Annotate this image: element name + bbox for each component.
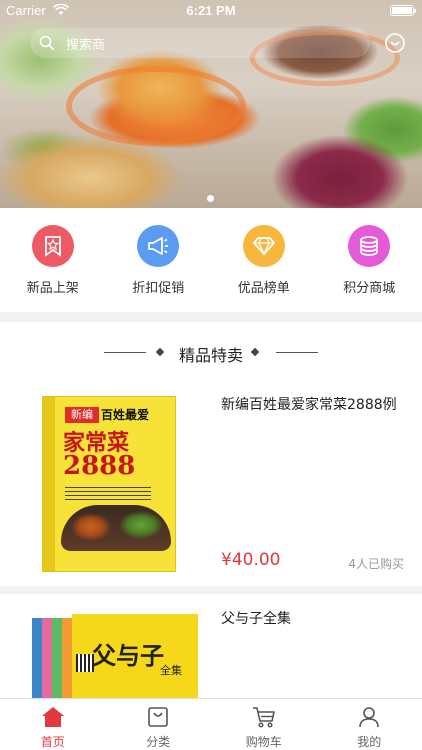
diamond-icon (242, 225, 285, 267)
product-name[interactable]: 父与子全集 (221, 608, 291, 628)
product-card[interactable]: 新编 百姓最爱 家常菜 2888 新编百姓最爱家常菜2888例 ¥40.00 4… (0, 380, 422, 586)
section-title: 精品特卖 (178, 346, 243, 365)
category-top-picks[interactable]: 优品榜单 (211, 208, 317, 312)
divider-line (276, 352, 318, 353)
user-icon (317, 705, 422, 731)
tab-profile[interactable]: 我的 (317, 699, 422, 750)
search-icon (39, 35, 55, 55)
tab-label: 分类 (146, 735, 171, 749)
bottom-tab-bar: 首页 分类 购物车 我的 (0, 698, 422, 750)
product-image[interactable]: 新编 百姓最爱 家常菜 2888 (42, 396, 176, 572)
cover-line1: 百姓最爱 (101, 408, 150, 422)
cover-number: 2888 (63, 451, 136, 481)
status-time: 6:21 PM (186, 3, 236, 18)
search-placeholder: 搜索商 (66, 38, 106, 53)
section-divider (0, 586, 422, 594)
sold-count: 4人已购买 (348, 557, 404, 571)
category-label: 折扣促销 (132, 281, 185, 296)
new-tag-icon (31, 225, 74, 267)
category-discounts[interactable]: 折扣促销 (106, 208, 212, 312)
category-new-arrivals[interactable]: 新品上架 (0, 208, 106, 312)
tab-cart[interactable]: 购物车 (211, 699, 317, 750)
cover-text-lines (65, 487, 151, 501)
tab-home[interactable]: 首页 (0, 699, 106, 750)
cover-title: 父与子 (92, 641, 164, 670)
product-card[interactable]: 父与子 全集 父与子全集 (0, 594, 422, 704)
product-image[interactable]: 父与子 全集 (32, 614, 198, 704)
cover-food-photo (61, 505, 171, 551)
book-spine (42, 618, 52, 704)
cover-tag: 新编 (65, 407, 99, 423)
message-icon[interactable] (384, 32, 406, 58)
category-points-mall[interactable]: 积分商城 (317, 208, 422, 312)
product-name[interactable]: 新编百姓最爱家常菜2888例 (221, 394, 397, 414)
plate-decoration (66, 66, 246, 146)
tab-label: 首页 (40, 735, 65, 749)
tab-label: 我的 (357, 735, 382, 749)
home-icon (0, 705, 106, 731)
megaphone-icon (137, 225, 180, 267)
battery-icon (390, 5, 416, 16)
category-label: 新品上架 (26, 281, 79, 296)
app-screen: Carrier 6:21 PM 搜索商 新品上架 折扣促销 优品榜单 积分商城 … (0, 0, 422, 750)
book-spine (32, 618, 42, 704)
section-header: 精品特卖 (0, 322, 422, 380)
book-spine (43, 397, 55, 571)
bag-icon (106, 705, 212, 731)
featured-section: 精品特卖 新编 百姓最爱 家常菜 2888 新编百姓最爱家常菜2888例 ¥40… (0, 322, 422, 704)
book-spine (52, 618, 62, 704)
cart-icon (211, 705, 317, 731)
coins-icon (348, 225, 391, 267)
hero-banner[interactable]: Carrier 6:21 PM 搜索商 (0, 0, 422, 208)
tab-categories[interactable]: 分类 (106, 699, 212, 750)
status-bar: Carrier 6:21 PM (0, 0, 422, 22)
carousel-indicator[interactable] (207, 195, 214, 202)
category-grid: 新品上架 折扣促销 优品榜单 积分商城 (0, 208, 422, 312)
product-price: ¥40.00 (221, 550, 281, 570)
book-spine (62, 618, 72, 704)
category-label: 优品榜单 (237, 281, 290, 296)
tab-label: 购物车 (245, 735, 282, 749)
category-label: 积分商城 (343, 281, 396, 296)
search-bar[interactable]: 搜索商 (30, 28, 370, 58)
cover-subtitle: 全集 (160, 664, 182, 677)
